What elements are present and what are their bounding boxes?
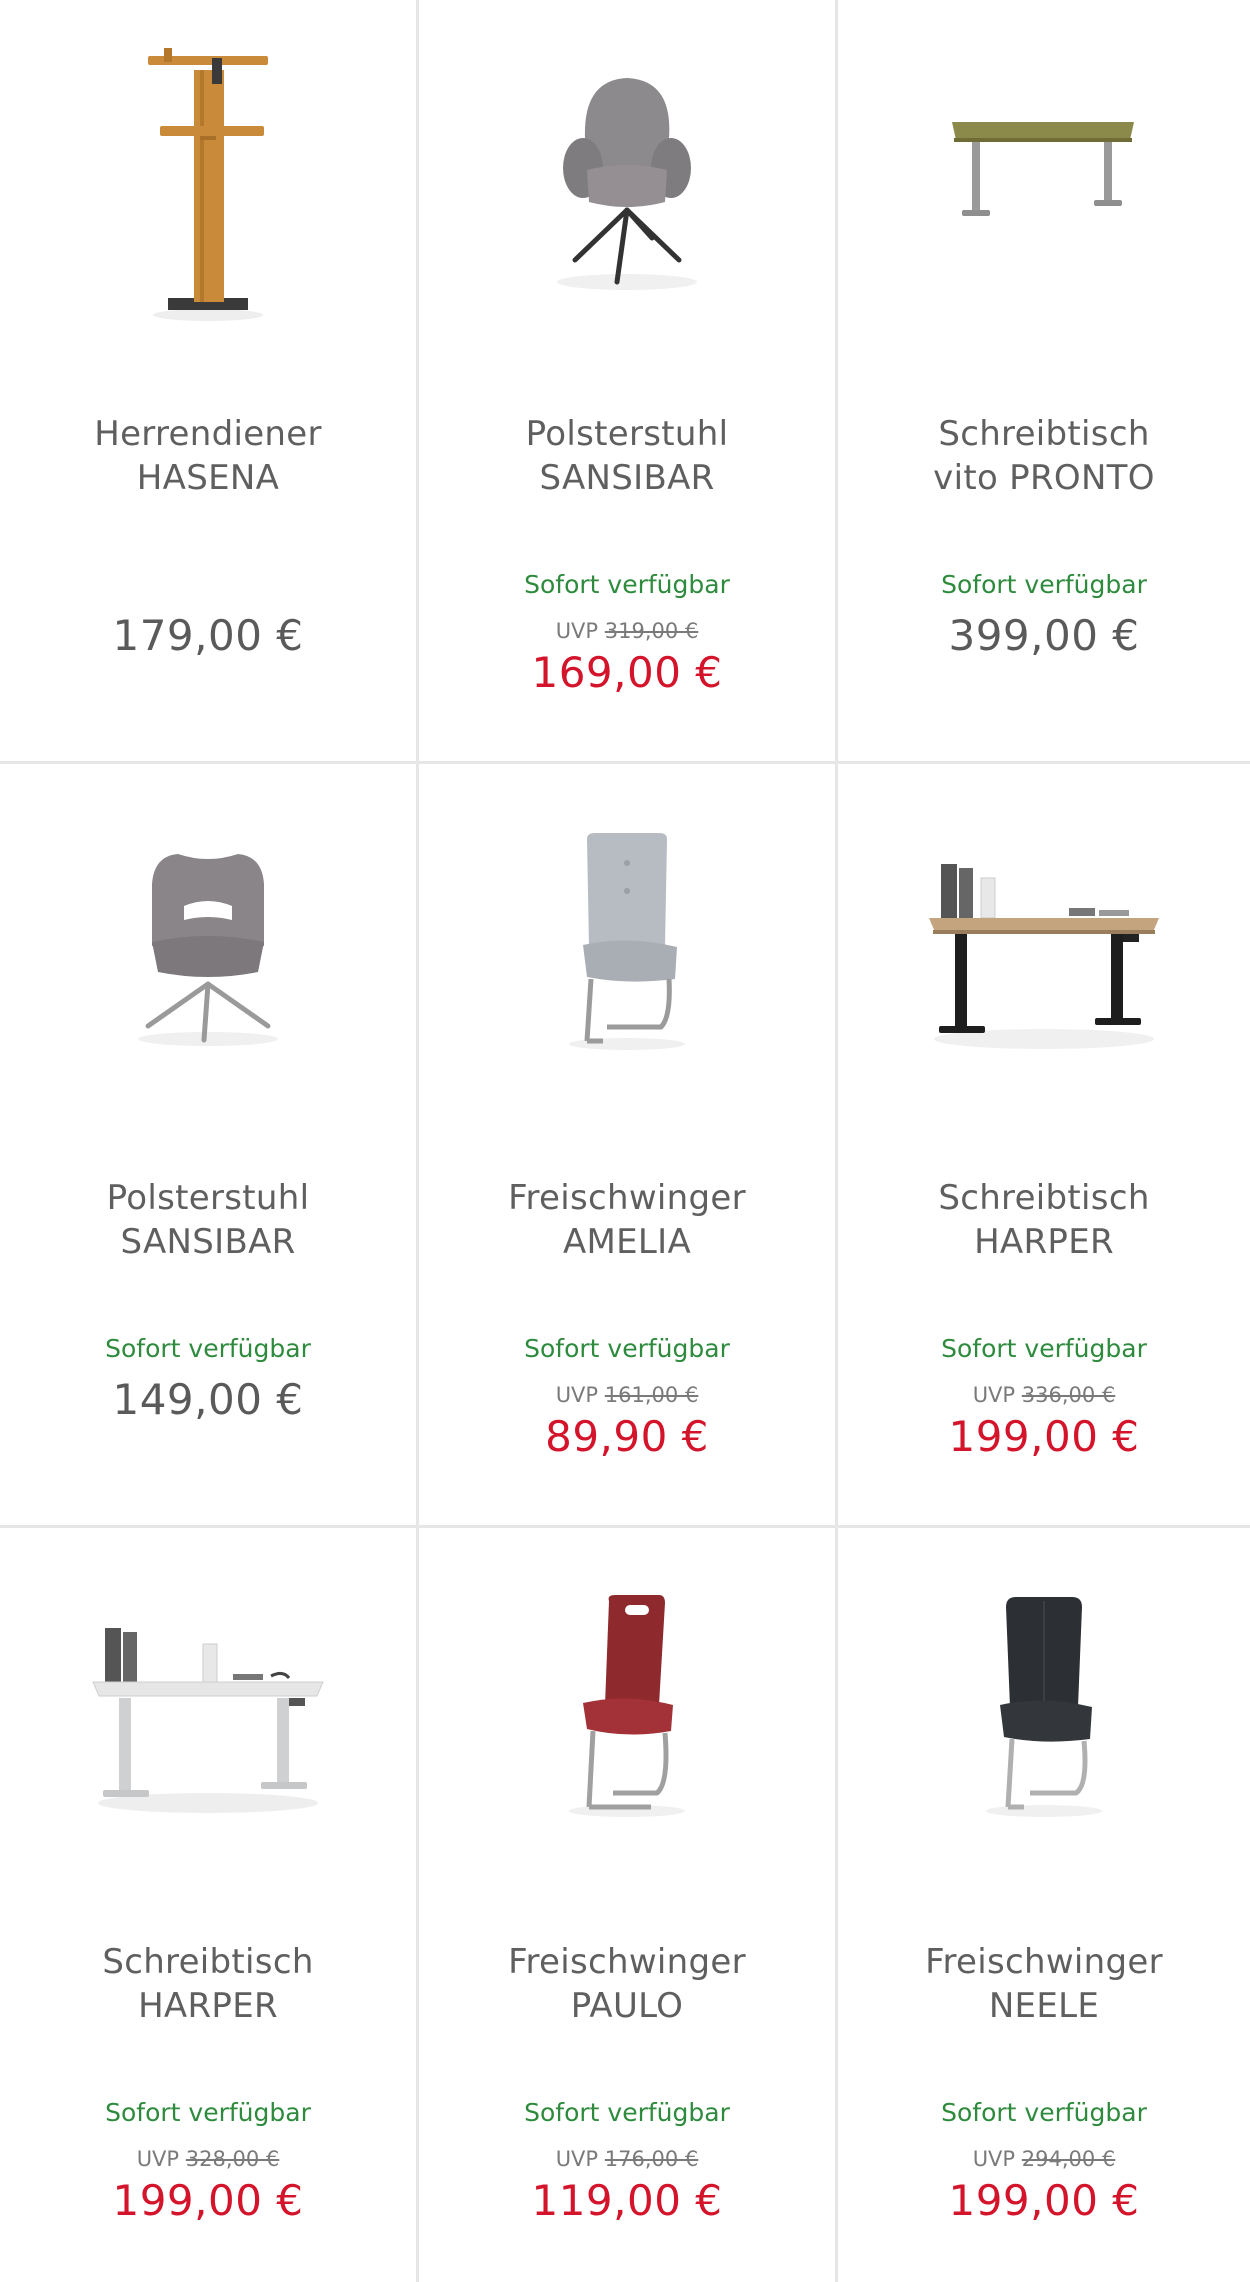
- availability-label: Sofort verfügbar: [941, 570, 1147, 599]
- product-name: HASENA: [136, 458, 280, 498]
- uvp-old-price: 328,00 €: [185, 2147, 280, 2171]
- armchair-icon: [557, 78, 697, 290]
- product-title[interactable]: Schreibtisch vito PRONTO: [838, 412, 1250, 500]
- product-title[interactable]: Schreibtisch HARPER: [838, 1176, 1250, 1264]
- uvp-price: UVP 328,00 €: [0, 2146, 416, 2172]
- product-category: Freischwinger: [508, 1178, 746, 1218]
- product-image[interactable]: [838, 784, 1250, 1104]
- product-category: Schreibtisch: [938, 414, 1150, 454]
- product-image[interactable]: [0, 20, 416, 340]
- cantilever-chair-icon: [569, 833, 685, 1050]
- sale-price: 89,90 €: [545, 1412, 709, 1461]
- sale-price: 119,00 €: [531, 2176, 723, 2225]
- product-title[interactable]: Herrendiener HASENA: [0, 412, 416, 500]
- product-title[interactable]: Schreibtisch HARPER: [0, 1940, 416, 2028]
- uvp-label: UVP: [136, 2147, 180, 2171]
- availability-label: Sofort verfügbar: [105, 2098, 311, 2127]
- availability-label: Sofort verfügbar: [524, 2098, 730, 2127]
- product-name: vito PRONTO: [933, 458, 1155, 498]
- cantilever-chair-icon: [986, 1597, 1102, 1817]
- sale-price: 199,00 €: [948, 2176, 1140, 2225]
- product-title[interactable]: Freischwinger AMELIA: [419, 1176, 835, 1264]
- product-image[interactable]: [419, 784, 835, 1104]
- availability-label: Sofort verfügbar: [524, 1334, 730, 1363]
- product-image[interactable]: [419, 20, 835, 340]
- product-card[interactable]: Schreibtisch HARPER Sofort verfügbar UVP…: [838, 764, 1250, 1528]
- uvp-label: UVP: [972, 2147, 1016, 2171]
- uvp-price: UVP 176,00 €: [419, 2146, 835, 2172]
- product-card[interactable]: Polsterstuhl SANSIBAR Sofort verfügbar U…: [419, 0, 838, 764]
- product-image[interactable]: [838, 20, 1250, 340]
- product-name: SANSIBAR: [120, 1222, 296, 1262]
- product-title[interactable]: Freischwinger PAULO: [419, 1940, 835, 2028]
- uvp-label: UVP: [555, 2147, 599, 2171]
- product-card[interactable]: Freischwinger NEELE Sofort verfügbar UVP…: [838, 1528, 1250, 2282]
- product-name: PAULO: [570, 1986, 684, 2026]
- availability-label: Sofort verfügbar: [941, 1334, 1147, 1363]
- uvp-label: UVP: [555, 619, 599, 643]
- product-price: 179,00 €: [112, 611, 304, 660]
- sale-price: 169,00 €: [531, 648, 723, 697]
- uvp-price: UVP 336,00 €: [838, 1382, 1250, 1408]
- product-category: Herrendiener: [94, 414, 322, 454]
- product-category: Schreibtisch: [102, 1942, 314, 1982]
- uvp-price: UVP 319,00 €: [419, 618, 835, 644]
- product-card[interactable]: Freischwinger PAULO Sofort verfügbar UVP…: [419, 1528, 838, 2282]
- availability-label: Sofort verfügbar: [941, 2098, 1147, 2127]
- product-card[interactable]: Schreibtisch vito PRONTO Sofort verfügba…: [838, 0, 1250, 764]
- uvp-old-price: 176,00 €: [604, 2147, 699, 2171]
- product-name: SANSIBAR: [539, 458, 715, 498]
- uvp-label: UVP: [972, 1383, 1016, 1407]
- desk-icon: [92, 1628, 324, 1813]
- product-name: NEELE: [988, 1986, 1100, 2026]
- product-image[interactable]: [0, 1548, 416, 1868]
- product-card[interactable]: Schreibtisch HARPER Sofort verfügbar UVP…: [0, 1528, 419, 2282]
- uvp-old-price: 294,00 €: [1021, 2147, 1116, 2171]
- uvp-old-price: 336,00 €: [1021, 1383, 1116, 1407]
- product-title[interactable]: Polsterstuhl SANSIBAR: [0, 1176, 416, 1264]
- product-category: Freischwinger: [925, 1942, 1163, 1982]
- product-name: HARPER: [974, 1222, 1114, 1262]
- product-category: Freischwinger: [508, 1942, 746, 1982]
- product-category: Polsterstuhl: [525, 414, 729, 454]
- product-category: Polsterstuhl: [106, 1178, 310, 1218]
- valet-stand-icon: [148, 48, 268, 321]
- sale-price: 199,00 €: [112, 2176, 304, 2225]
- product-image[interactable]: [0, 784, 416, 1104]
- uvp-price: UVP 294,00 €: [838, 2146, 1250, 2172]
- product-image[interactable]: [838, 1548, 1250, 1868]
- availability-label: Sofort verfügbar: [105, 1334, 311, 1363]
- desk-icon: [929, 864, 1159, 1049]
- product-name: HARPER: [138, 1986, 278, 2026]
- availability-label: Sofort verfügbar: [524, 570, 730, 599]
- product-title[interactable]: Polsterstuhl SANSIBAR: [419, 412, 835, 500]
- product-title[interactable]: Freischwinger NEELE: [838, 1940, 1250, 2028]
- product-card[interactable]: Freischwinger AMELIA Sofort verfügbar UV…: [419, 764, 838, 1528]
- uvp-old-price: 161,00 €: [604, 1383, 699, 1407]
- product-category: Schreibtisch: [938, 1178, 1150, 1218]
- product-image[interactable]: [419, 1548, 835, 1868]
- armchair-icon: [138, 854, 278, 1046]
- uvp-old-price: 319,00 €: [604, 619, 699, 643]
- cantilever-chair-icon: [569, 1595, 685, 1817]
- desk-icon: [952, 122, 1134, 216]
- uvp-price: UVP 161,00 €: [419, 1382, 835, 1408]
- product-price: 149,00 €: [112, 1375, 304, 1424]
- product-price: 399,00 €: [948, 611, 1140, 660]
- sale-price: 199,00 €: [948, 1412, 1140, 1461]
- uvp-label: UVP: [555, 1383, 599, 1407]
- product-grid: Herrendiener HASENA 179,00 € Polsterstuh…: [0, 0, 1250, 2282]
- product-card[interactable]: Herrendiener HASENA 179,00 €: [0, 0, 419, 764]
- product-name: AMELIA: [562, 1222, 692, 1262]
- product-card[interactable]: Polsterstuhl SANSIBAR Sofort verfügbar 1…: [0, 764, 419, 1528]
